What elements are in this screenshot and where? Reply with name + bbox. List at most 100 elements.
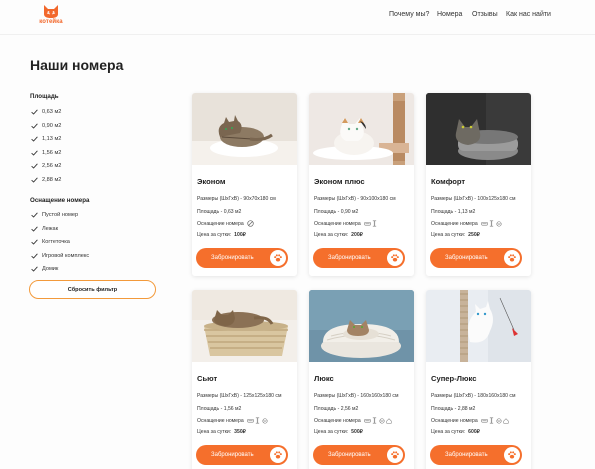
paw-icon (270, 447, 286, 463)
room-photo (192, 93, 297, 165)
room-price-value: 500₽ (351, 429, 363, 435)
toy-icon (262, 417, 268, 424)
filter-equipment-option[interactable]: Пустой номер (31, 212, 78, 218)
checkmark-icon (31, 212, 38, 218)
filter-area-option[interactable]: 2,56 м2 (31, 163, 61, 169)
room-title: Супер-Люкс (431, 374, 477, 383)
scratcher-icon (372, 417, 377, 424)
filter-area-option-label: 0,90 м2 (42, 122, 62, 129)
room-equipment: Оснащение номера (197, 417, 269, 424)
room-card: Сьют Размеры (ШхГхВ) - 125х125х180 см Площ… (192, 290, 297, 469)
room-equipment-icons (363, 220, 379, 227)
filter-equipment-option-label: Когтеточка (42, 239, 70, 245)
room-price: Цена за сутки: 500₽ (314, 429, 363, 435)
nav-location[interactable]: Как нас найти (506, 11, 551, 18)
page: котейка Почему мы? Номера Отзывы Как нас… (0, 0, 595, 469)
room-price-value: 600₽ (468, 429, 480, 435)
room-area: Площадь - 1,56 м2 (197, 406, 242, 412)
book-button[interactable]: Забронировать (430, 248, 522, 268)
room-title: Эконом плюс (314, 177, 365, 186)
room-card: Комфорт Размеры (ШхГхВ) - 100х125х180 см П… (426, 93, 531, 276)
filter-area-option[interactable]: 0,90 м2 (31, 123, 61, 129)
room-area: Площадь - 0,63 м2 (197, 209, 242, 215)
room-size: Размеры (ШхГхВ) - 160х160х180 см (314, 393, 399, 399)
filter-area-option-label: 1,56 м2 (42, 149, 62, 156)
scratcher-icon (489, 220, 494, 227)
room-equipment-icons (246, 417, 270, 424)
bed-icon (363, 418, 371, 423)
book-button[interactable]: Забронировать (313, 445, 405, 465)
room-title: Комфорт (431, 177, 466, 186)
filter-area-option[interactable]: 0,63 м2 (31, 109, 61, 115)
checkmark-icon (31, 136, 38, 142)
room-photo (309, 290, 414, 362)
filter-area-option-label: 2,88 м2 (42, 176, 62, 183)
room-price: Цена за сутки: 350₽ (197, 429, 246, 435)
room-price-label: Цена за сутки: (431, 232, 466, 238)
bed-icon (480, 221, 488, 226)
nav-why-us[interactable]: Почему мы? (389, 11, 429, 18)
filter-area-option[interactable]: 2,88 м2 (31, 177, 61, 183)
nav-rooms[interactable]: Номера (437, 11, 462, 18)
paw-icon (504, 447, 520, 463)
book-button-label: Забронировать (328, 452, 371, 458)
room-price-value: 350₽ (234, 429, 246, 435)
filter-equipment-option[interactable]: Лежак (31, 226, 58, 232)
filter-area-title: Площадь (30, 93, 59, 100)
room-area: Площадь - 2,56 м2 (314, 406, 359, 412)
room-price: Цена за сутки: 250₽ (431, 232, 480, 238)
checkmark-icon (31, 266, 38, 272)
book-button[interactable]: Забронировать (196, 248, 288, 268)
paw-icon (504, 250, 520, 266)
header-divider (0, 34, 595, 35)
room-price-label: Цена за сутки: (314, 232, 349, 238)
paw-icon (387, 447, 403, 463)
filter-area-option[interactable]: 1,56 м2 (31, 150, 61, 156)
paw-icon (270, 250, 286, 266)
filter-equipment-option[interactable]: Когтеточка (31, 239, 70, 245)
book-button[interactable]: Забронировать (430, 445, 522, 465)
filter-area-option-label: 1,13 м2 (42, 136, 62, 142)
filter-equipment-option-label: Лежак (42, 225, 59, 232)
room-card: Люкс Размеры (ШхГхВ) - 160х160х180 см Площ… (309, 290, 414, 469)
filter-area-option[interactable]: 1,13 м2 (31, 136, 61, 142)
filter-equipment-option[interactable]: Домик (31, 266, 58, 272)
book-button[interactable]: Забронировать (313, 248, 405, 268)
checkmark-icon (31, 109, 38, 115)
room-area: Площадь - 2,88 м2 (431, 406, 476, 412)
checkmark-icon (31, 149, 38, 156)
checkmark-icon (31, 225, 38, 232)
book-button-label: Забронировать (445, 452, 488, 458)
house-icon (386, 417, 392, 424)
toy-icon (496, 220, 502, 227)
room-title: Эконом (197, 177, 226, 186)
room-equipment: Оснащение номера (431, 220, 503, 227)
filter-equipment-option-label: Домик (42, 266, 59, 272)
book-button-label: Забронировать (328, 255, 371, 261)
room-title: Люкс (314, 374, 334, 383)
toy-icon (379, 417, 385, 424)
room-size: Размеры (ШхГхВ) - 125х125х180 см (197, 393, 282, 399)
none-icon (247, 220, 254, 227)
room-equipment-label: Оснащение номера (431, 417, 478, 424)
room-photo (309, 93, 414, 165)
room-area: Площадь - 1,13 м2 (431, 209, 476, 215)
main-nav: Почему мы? Номера Отзывы Как нас найти (0, 11, 595, 21)
room-card: Супер-Люкс Размеры (ШхГхВ) - 180х160х180 … (426, 290, 531, 469)
filter-equipment-option[interactable]: Игровой комплекс (31, 253, 89, 259)
book-button-label: Забронировать (211, 255, 254, 261)
toy-icon (496, 417, 502, 424)
page-title: Наши номера (30, 57, 124, 73)
room-price: Цена за сутки: 600₽ (431, 429, 480, 435)
reset-filter-button[interactable]: Сбросить фильтр (29, 280, 156, 299)
nav-reviews[interactable]: Отзывы (472, 11, 498, 18)
bed-icon (480, 418, 488, 423)
room-equipment: Оснащение номера (197, 220, 255, 227)
filter-equipment-option-label: Игровой комплекс (42, 252, 90, 259)
room-photo (192, 290, 297, 362)
room-equipment: Оснащение номера (431, 417, 511, 424)
room-size: Размеры (ШхГхВ) - 100х125х180 см (431, 196, 516, 202)
scratcher-icon (372, 220, 377, 227)
room-equipment-label: Оснащение номера (431, 220, 478, 227)
book-button[interactable]: Забронировать (196, 445, 288, 465)
